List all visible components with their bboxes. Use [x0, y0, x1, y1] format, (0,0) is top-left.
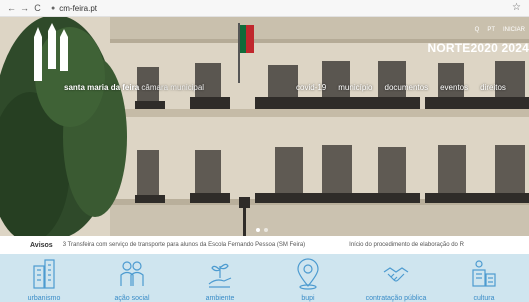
- forward-arrow-icon[interactable]: →: [19, 3, 30, 13]
- service-acao-social[interactable]: ação social: [88, 254, 176, 302]
- nav-documentos[interactable]: documentos: [385, 83, 429, 92]
- notice-item[interactable]: Início do procedimento de elaboração do …: [349, 242, 464, 248]
- services-strip: urbanismo ação social ambiente bupi cont…: [0, 254, 529, 302]
- service-contratacao-publica[interactable]: contratação pública: [352, 254, 440, 302]
- culture-icon: [472, 260, 496, 287]
- service-label: ambiente: [205, 295, 235, 302]
- start-link[interactable]: INICIAR: [503, 27, 525, 33]
- carousel-dot-2[interactable]: [264, 228, 268, 232]
- handshake-icon: [383, 267, 409, 282]
- people-icon: [120, 261, 144, 286]
- service-ambiente[interactable]: ambiente: [176, 254, 264, 302]
- nav-covid[interactable]: covid-19: [296, 83, 326, 92]
- back-arrow-icon[interactable]: ←: [6, 3, 17, 13]
- hero-banner: santa maria da feira câmara municipal co…: [0, 17, 529, 236]
- brand-subtitle: câmara municipal: [141, 83, 205, 92]
- lock-icon: ●: [51, 4, 56, 12]
- carousel-indicators: [256, 228, 268, 232]
- norte2020-logo[interactable]: NORTE2020 2024: [427, 41, 529, 55]
- map-pin-icon: [297, 258, 319, 290]
- notices-label: Avisos: [30, 241, 53, 249]
- municipality-logo[interactable]: [30, 23, 70, 81]
- notices-bar: Avisos 3 Transfeira com serviço de trans…: [0, 236, 529, 254]
- search-icon[interactable]: Q: [475, 27, 480, 33]
- service-urbanismo[interactable]: urbanismo: [0, 254, 88, 302]
- service-label: bupi: [301, 295, 315, 302]
- service-label: ação social: [114, 295, 150, 302]
- nav-direitos[interactable]: direitos: [480, 83, 506, 92]
- plant-hand-icon: [208, 263, 232, 288]
- reload-icon[interactable]: C: [32, 3, 43, 13]
- language-switch[interactable]: PT: [487, 27, 495, 33]
- service-bupi[interactable]: bupi: [264, 254, 352, 302]
- main-navigation: covid-19 município documentos eventos di…: [296, 83, 506, 92]
- service-label: contratação pública: [365, 295, 427, 302]
- address-bar[interactable]: cm-feira.pt: [59, 4, 97, 13]
- service-label: cultura: [473, 295, 495, 302]
- browser-toolbar: ← → C ● cm-feira.pt ☆: [0, 0, 529, 17]
- nav-municipio[interactable]: município: [338, 83, 372, 92]
- brand-title[interactable]: santa maria da feira câmara municipal: [64, 83, 204, 92]
- buildings-icon: [33, 259, 55, 289]
- carousel-dot-1[interactable]: [256, 228, 260, 232]
- nav-eventos[interactable]: eventos: [440, 83, 468, 92]
- service-cultura[interactable]: cultura: [440, 254, 528, 302]
- service-label: urbanismo: [27, 295, 61, 302]
- brand-name: santa maria da feira: [64, 83, 140, 92]
- notice-item[interactable]: 3 Transfeira com serviço de transporte p…: [63, 242, 305, 248]
- utility-bar: Q PT INICIAR: [475, 27, 525, 33]
- bookmark-star-icon[interactable]: ☆: [512, 2, 521, 13]
